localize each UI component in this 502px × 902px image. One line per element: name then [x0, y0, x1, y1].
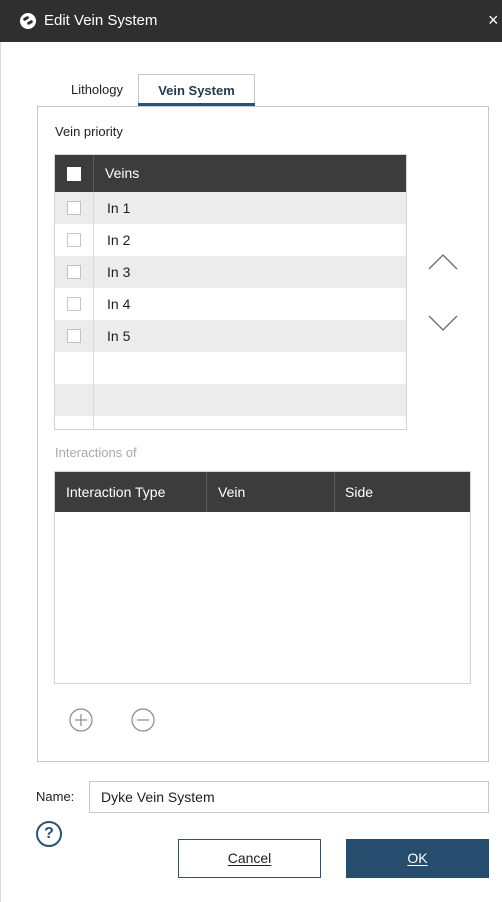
header-divider [93, 155, 94, 192]
table-row[interactable]: In 1 [55, 192, 406, 224]
row-checkbox[interactable] [67, 265, 81, 279]
table-row[interactable]: In 4 [55, 288, 406, 320]
tab-vein-system[interactable]: Vein System [138, 74, 255, 106]
empty-row [55, 384, 406, 416]
interactions-table-header: Interaction Type Vein Side [55, 472, 470, 512]
row-checkbox[interactable] [67, 297, 81, 311]
vein-name: In 2 [107, 232, 131, 248]
cancel-button[interactable]: Cancel [178, 839, 321, 878]
side-column-header[interactable]: Side [345, 484, 373, 501]
window-border [0, 42, 1, 902]
row-checkbox[interactable] [67, 329, 81, 343]
table-row[interactable]: In 3 [55, 256, 406, 288]
name-field-label: Name: [36, 789, 75, 804]
close-icon[interactable]: × [488, 10, 502, 30]
vein-column-header[interactable]: Vein [218, 484, 245, 501]
ok-button[interactable]: OK [346, 839, 489, 878]
empty-row [55, 416, 406, 429]
plus-circle-icon[interactable] [69, 708, 93, 732]
select-all-checkbox[interactable] [67, 167, 81, 181]
help-icon[interactable]: ? [36, 821, 62, 847]
veins-table: Veins In 1 In 2 In 3 In 4 In 5 [54, 154, 407, 430]
vein-priority-label: Vein priority [55, 124, 123, 139]
veins-table-header: Veins [55, 155, 406, 192]
vein-name: In 4 [107, 296, 131, 312]
header-divider [206, 472, 207, 512]
row-checkbox[interactable] [67, 233, 81, 247]
interactions-table: Interaction Type Vein Side [54, 471, 471, 684]
chevron-up-icon[interactable] [428, 252, 458, 272]
window-title: Edit Vein System [44, 12, 158, 29]
interactions-label: Interactions of [55, 445, 137, 460]
app-logo-icon [20, 13, 36, 29]
tab-lithology[interactable]: Lithology [56, 74, 138, 106]
vein-name: In 1 [107, 200, 131, 216]
title-bar: Edit Vein System × [0, 0, 502, 42]
column-divider [93, 192, 94, 429]
minus-circle-icon[interactable] [131, 708, 155, 732]
header-divider [334, 472, 335, 512]
table-row[interactable]: In 5 [55, 320, 406, 352]
chevron-down-icon[interactable] [428, 313, 458, 333]
vein-name: In 3 [107, 264, 131, 280]
row-checkbox[interactable] [67, 201, 81, 215]
veins-column-header[interactable]: Veins [105, 165, 139, 182]
empty-row [55, 352, 406, 384]
name-input[interactable] [89, 781, 489, 813]
tab-vein-system-label: Vein System [158, 83, 235, 98]
table-row[interactable]: In 2 [55, 224, 406, 256]
vein-name: In 5 [107, 328, 131, 344]
interaction-type-column-header[interactable]: Interaction Type [66, 484, 165, 501]
